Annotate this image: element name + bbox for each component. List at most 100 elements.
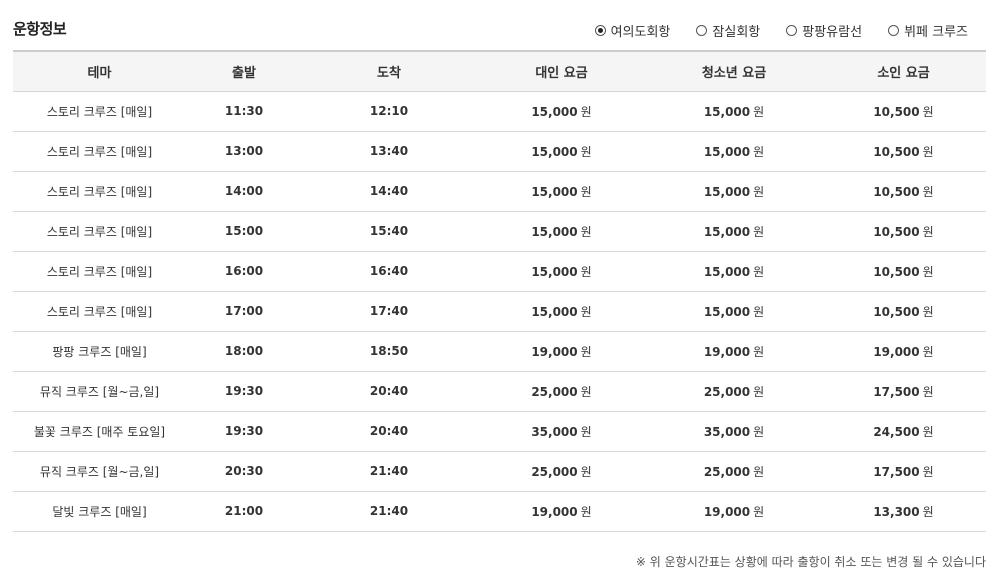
column-header-arrive: 도착: [302, 50, 476, 92]
table-row: 스토리 크루즈 [매일] 15:00 15:40 15,000 원 15,000 원 10,5…: [13, 211, 986, 252]
route-option-buffet[interactable]: 뷔페 크루즈: [888, 21, 968, 40]
cell-youth-fare-unit: 원: [753, 264, 765, 279]
cell-child-fare-unit: 원: [922, 464, 934, 479]
cell-adult-fare-unit: 원: [580, 144, 592, 159]
cell-theme-value: 스토리 크루즈 [매일]: [46, 304, 153, 319]
cell-youth-fare-value: 35,000: [703, 424, 751, 439]
table-row: 스토리 크루즈 [매일] 16:00 16:40 15,000 원 15,000 원 10,5…: [13, 251, 986, 292]
cell-youth-fare-value: 15,000: [703, 224, 751, 239]
cell-depart: 15:00: [186, 211, 302, 252]
cell-adult-fare-unit: 원: [580, 384, 592, 399]
cell-theme: 스토리 크루즈 [매일]: [13, 251, 186, 292]
cell-child-fare: 19,000 원: [821, 331, 986, 372]
cell-adult-fare: 15,000 원: [476, 251, 647, 292]
cell-child-fare: 17,500 원: [821, 371, 986, 412]
schedule-body: 스토리 크루즈 [매일] 11:30 12:10 15,000 원 15,000 원 10,5…: [13, 91, 986, 532]
column-header-child-fare: 소인 요금: [821, 50, 986, 92]
cell-theme-value: 스토리 크루즈 [매일]: [46, 224, 153, 239]
cell-child-fare-unit: 원: [922, 344, 934, 359]
cell-theme-value: 스토리 크루즈 [매일]: [46, 104, 153, 119]
cell-depart-value: 11:30: [224, 104, 264, 118]
cell-adult-fare-unit: 원: [580, 304, 592, 319]
cell-arrive-value: 20:40: [369, 424, 409, 438]
cell-adult-fare-value: 35,000: [531, 424, 578, 439]
cell-youth-fare: 15,000 원: [647, 171, 821, 212]
cell-theme: 스토리 크루즈 [매일]: [13, 211, 186, 252]
route-selector: 여의도회항 잠실회항 팡팡유람선 뷔페 크루즈: [594, 21, 968, 40]
route-label-pangpang: 팡팡유람선: [802, 25, 863, 40]
cell-arrive-value: 21:40: [369, 504, 409, 518]
cell-adult-fare-unit: 원: [580, 264, 592, 279]
cell-adult-fare-value: 19,000: [531, 504, 578, 519]
cell-youth-fare-unit: 원: [753, 384, 765, 399]
cell-adult-fare: 15,000 원: [476, 131, 647, 172]
cell-child-fare: 10,500 원: [821, 211, 986, 252]
cell-theme-value: 뮤직 크루즈 [월~금,일]: [39, 464, 160, 479]
cell-child-fare-unit: 원: [922, 424, 934, 439]
radio-pangpang[interactable]: [786, 25, 798, 36]
cell-youth-fare-value: 15,000: [703, 184, 751, 199]
cell-theme-value: 불꽃 크루즈 [매주 토요일]: [33, 424, 166, 439]
cell-adult-fare: 19,000 원: [476, 331, 647, 372]
cell-adult-fare-value: 25,000: [531, 384, 578, 399]
cell-child-fare-unit: 원: [922, 384, 934, 399]
cell-arrive-value: 16:40: [369, 264, 409, 278]
cell-theme-value: 스토리 크루즈 [매일]: [46, 144, 153, 159]
cell-child-fare-unit: 원: [922, 504, 934, 519]
cell-child-fare: 13,300 원: [821, 491, 986, 532]
route-option-pangpang[interactable]: 팡팡유람선: [786, 21, 862, 40]
route-label-jamsil: 잠실회항: [712, 25, 761, 40]
cell-child-fare-value: 10,500: [873, 184, 920, 199]
cell-adult-fare: 25,000 원: [476, 451, 647, 492]
cell-adult-fare-value: 15,000: [531, 144, 578, 159]
cell-arrive: 21:40: [302, 491, 476, 532]
cell-depart-value: 15:00: [224, 224, 264, 238]
cell-arrive-value: 18:50: [369, 344, 409, 358]
cell-theme: 스토리 크루즈 [매일]: [13, 131, 186, 172]
cell-arrive-value: 14:40: [369, 184, 409, 198]
cell-adult-fare: 25,000 원: [476, 371, 647, 412]
table-row: 스토리 크루즈 [매일] 13:00 13:40 15,000 원 15,000 원 10,5…: [13, 131, 986, 172]
cell-theme-value: 스토리 크루즈 [매일]: [46, 184, 153, 199]
cell-adult-fare-value: 15,000: [531, 264, 578, 279]
column-header-depart: 출발: [186, 50, 302, 92]
cell-depart: 17:00: [186, 291, 302, 332]
cell-arrive: 21:40: [302, 451, 476, 492]
cell-adult-fare-unit: 원: [580, 224, 592, 239]
cell-adult-fare-unit: 원: [580, 344, 592, 359]
cell-adult-fare-unit: 원: [580, 464, 592, 479]
cell-youth-fare: 15,000 원: [647, 211, 821, 252]
cell-youth-fare: 35,000 원: [647, 411, 821, 452]
cell-youth-fare-unit: 원: [753, 184, 765, 199]
cell-arrive-value: 20:40: [369, 384, 409, 398]
radio-buffet[interactable]: [888, 25, 900, 36]
radio-jamsil[interactable]: [696, 25, 708, 36]
cell-adult-fare-value: 15,000: [531, 304, 578, 319]
cell-theme: 불꽃 크루즈 [매주 토요일]: [13, 411, 186, 452]
route-option-jamsil[interactable]: 잠실회항: [696, 21, 760, 40]
cell-child-fare-unit: 원: [922, 304, 934, 319]
route-label-yeouido: 여의도회항: [610, 25, 671, 40]
cell-arrive: 13:40: [302, 131, 476, 172]
schedule-footnote: ※ 위 운항시간표는 상황에 따라 출항이 취소 또는 변경 될 수 있습니다: [635, 555, 986, 569]
schedule-table: 테마 출발 도착 대인 요금 청소년 요금 소인 요금 스토리 크루즈 [매일]…: [13, 50, 986, 532]
cell-depart: 18:00: [186, 331, 302, 372]
cell-depart-value: 14:00: [224, 184, 264, 198]
route-option-yeouido[interactable]: 여의도회항: [594, 21, 671, 40]
column-header-theme: 테마: [13, 50, 186, 92]
cell-youth-fare-unit: 원: [753, 224, 765, 239]
radio-yeouido[interactable]: [594, 25, 606, 36]
cell-adult-fare-unit: 원: [580, 104, 592, 119]
cell-arrive: 20:40: [302, 411, 476, 452]
cell-depart: 19:30: [186, 371, 302, 412]
cell-child-fare-value: 10,500: [873, 224, 920, 239]
cell-child-fare-value: 19,000: [873, 344, 920, 359]
cell-theme: 스토리 크루즈 [매일]: [13, 171, 186, 212]
table-row: 달빛 크루즈 [매일] 21:00 21:40 19,000 원 19,000 원 13,30…: [13, 491, 986, 532]
cell-child-fare-unit: 원: [922, 144, 934, 159]
cell-arrive: 16:40: [302, 251, 476, 292]
cell-theme-value: 스토리 크루즈 [매일]: [46, 264, 153, 279]
cell-adult-fare: 15,000 원: [476, 91, 647, 132]
cell-youth-fare-unit: 원: [753, 464, 765, 479]
cell-theme-value: 달빛 크루즈 [매일]: [52, 504, 147, 519]
